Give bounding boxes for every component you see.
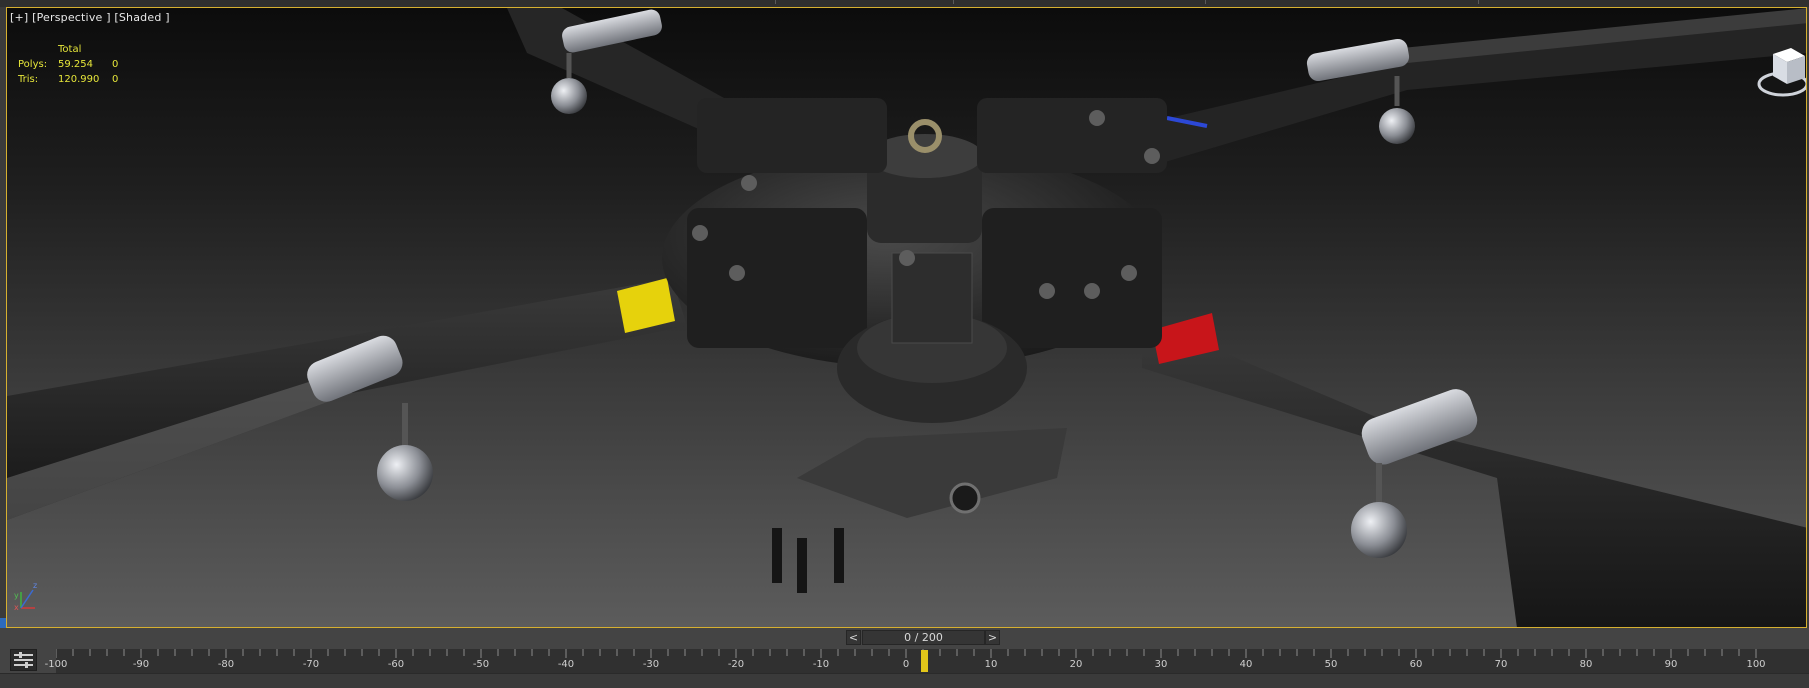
- perspective-viewport[interactable]: [+] [Perspective ] [Shaded ] Total Polys…: [6, 7, 1807, 628]
- timeline-panel: < 0 / 200 > -100 -90 -80 -70 -60 -50 -40 -30 -20…: [0, 628, 1809, 688]
- helicopter-rotor-hub-model[interactable]: [7, 8, 1807, 628]
- ruler-tick-label: -60: [387, 659, 405, 670]
- stats-row-total: 120.990: [58, 74, 100, 85]
- axis-x-label: x: [14, 603, 19, 612]
- ruler-tick-label: 40: [1239, 659, 1253, 670]
- time-slider-bar[interactable]: < 0 / 200 >: [0, 628, 1809, 648]
- stats-row-selected: 0: [112, 74, 119, 85]
- divider: [1205, 0, 1206, 4]
- stats-row: Polys: 59.254 0: [18, 57, 118, 72]
- polygon-statistics: Total Polys: 59.254 0 Tris: 120.990 0: [18, 42, 118, 87]
- viewcube-icon[interactable]: [1755, 44, 1807, 104]
- divider: [953, 0, 954, 4]
- ruler-tick-label: 10: [984, 659, 998, 670]
- blade-weight-right: [1351, 389, 1478, 558]
- stats-row-total: 59.254: [58, 59, 93, 70]
- ruler-tick-label: -30: [642, 659, 660, 670]
- axis-tripod-icon: z y x: [14, 581, 37, 612]
- ruler-tick-label: 60: [1409, 659, 1423, 670]
- time-slider[interactable]: 0 / 200: [862, 630, 985, 645]
- ruler-tick-label: -20: [727, 659, 745, 670]
- rotor-blade-left[interactable]: [7, 278, 687, 520]
- rotor-blade-right[interactable]: [1142, 318, 1807, 628]
- next-frame-button[interactable]: >: [985, 630, 1000, 645]
- ruler-tick-label: 80: [1579, 659, 1593, 670]
- ruler-tick-label: 70: [1494, 659, 1508, 670]
- ruler-tick-label: 30: [1154, 659, 1168, 670]
- ruler-tick-label: -80: [217, 659, 235, 670]
- ruler-tick-label: 50: [1324, 659, 1338, 670]
- stats-header: Total: [58, 44, 82, 55]
- ruler-tick-label: 100: [1746, 659, 1766, 670]
- ruler-tick-label: 20: [1069, 659, 1083, 670]
- stats-row-name: Polys:: [18, 59, 48, 70]
- stats-row: Tris: 120.990 0: [18, 72, 118, 87]
- ruler-tick-label: -90: [132, 659, 150, 670]
- divider: [1478, 0, 1479, 4]
- prev-frame-button[interactable]: <: [846, 630, 861, 645]
- track-view-icon[interactable]: [10, 649, 37, 671]
- ruler-tick-label: -50: [472, 659, 490, 670]
- ruler-tick-label: -100: [44, 659, 68, 670]
- divider: [775, 0, 776, 4]
- status-strip: [0, 673, 1809, 688]
- stats-row-selected: 0: [112, 59, 119, 70]
- frame-ruler[interactable]: -100 -90 -80 -70 -60 -50 -40 -30 -20 -10 0 10 20 30 40…: [45, 649, 1809, 673]
- viewport-label[interactable]: [+] [Perspective ] [Shaded ]: [10, 11, 170, 24]
- playhead[interactable]: [921, 650, 928, 672]
- top-strip: [0, 0, 1809, 7]
- stats-row-name: Tris:: [18, 74, 39, 85]
- ruler-tick-label: 90: [1664, 659, 1678, 670]
- axis-y-label: y: [14, 591, 19, 600]
- ruler-tick-label: -10: [812, 659, 830, 670]
- axis-z-label: z: [33, 581, 37, 590]
- ruler-tick-label: -70: [302, 659, 320, 670]
- ruler-tick-label: 0: [902, 659, 910, 670]
- ruler-tick-label: -40: [557, 659, 575, 670]
